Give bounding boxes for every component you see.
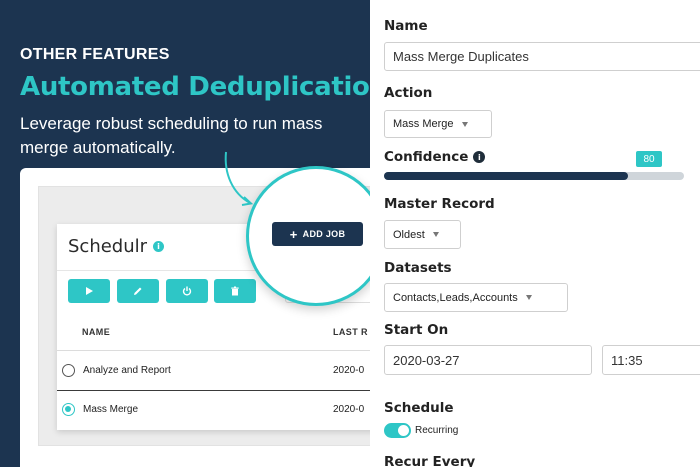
table-row[interactable]: Analyze and Report — [62, 364, 171, 377]
info-icon[interactable]: i — [153, 241, 165, 252]
info-icon[interactable]: i — [473, 151, 486, 163]
confidence-label: Confidence i — [384, 149, 486, 165]
eyebrow-label: OTHER FEATURES — [20, 46, 170, 63]
chevron-down-icon — [461, 121, 468, 127]
master-record-value: Oldest — [393, 228, 425, 241]
confidence-label-text: Confidence — [384, 149, 469, 165]
confidence-slider-fill — [384, 172, 628, 180]
table-row[interactable]: Mass Merge — [62, 403, 138, 416]
action-select-value: Mass Merge — [393, 118, 454, 130]
recurring-toggle-label: Recurring — [415, 425, 459, 436]
add-job-label: ADD JOB — [302, 229, 346, 239]
power-icon — [182, 286, 192, 296]
header-divider — [57, 350, 380, 351]
recurring-toggle[interactable] — [384, 423, 411, 438]
recur-every-label: Recur Every — [384, 454, 476, 467]
arrow-icon — [224, 151, 254, 206]
chevron-down-icon — [525, 295, 532, 300]
confidence-slider[interactable] — [384, 172, 684, 180]
job-form-panel: Name Mass Merge Duplicates Action Mass M… — [370, 0, 700, 467]
run-job-button[interactable] — [68, 279, 110, 303]
schedule-label: Schedule — [384, 400, 454, 416]
datasets-select[interactable]: Contacts,Leads,Accounts — [384, 283, 568, 312]
datasets-label: Datasets — [384, 260, 452, 276]
description: Leverage robust scheduling to run mass m… — [20, 114, 323, 157]
action-select[interactable]: Mass Merge — [384, 110, 492, 138]
trash-icon — [231, 286, 239, 296]
row-name: Analyze and Report — [83, 365, 171, 376]
name-input[interactable]: Mass Merge Duplicates — [384, 42, 700, 71]
scheduler-title-text: Schedulr — [68, 236, 148, 257]
edit-job-button[interactable] — [117, 279, 159, 303]
scheduler-title: Schedulr i — [68, 236, 165, 257]
start-time-input[interactable]: 11:35 — [602, 345, 700, 375]
column-header-last-run: LAST R — [333, 327, 368, 337]
headline: Automated Deduplication — [20, 72, 388, 102]
toggle-job-button[interactable] — [166, 279, 208, 303]
confidence-value-badge: 80 — [636, 151, 662, 167]
datasets-value: Contacts,Leads,Accounts — [393, 291, 518, 304]
start-on-label: Start On — [384, 322, 449, 338]
chevron-down-icon — [432, 232, 439, 237]
row-name: Mass Merge — [83, 404, 139, 415]
row-date: 2020-0 — [333, 404, 365, 415]
plus-icon: + — [289, 226, 298, 242]
row-divider — [57, 390, 380, 391]
row-date: 2020-0 — [333, 365, 365, 376]
master-record-label: Master Record — [384, 196, 495, 212]
play-icon — [86, 287, 93, 295]
delete-job-button[interactable] — [214, 279, 256, 303]
master-record-select[interactable]: Oldest — [384, 220, 461, 249]
edit-pencil-icon — [134, 287, 142, 295]
start-date-input[interactable]: 2020-03-27 — [384, 345, 592, 375]
add-job-button[interactable]: + ADD JOB — [272, 222, 363, 246]
row-radio[interactable] — [62, 364, 75, 377]
name-label: Name — [384, 18, 428, 34]
action-label: Action — [384, 85, 433, 101]
column-header-name: NAME — [82, 327, 111, 337]
row-radio-selected[interactable] — [62, 403, 75, 416]
